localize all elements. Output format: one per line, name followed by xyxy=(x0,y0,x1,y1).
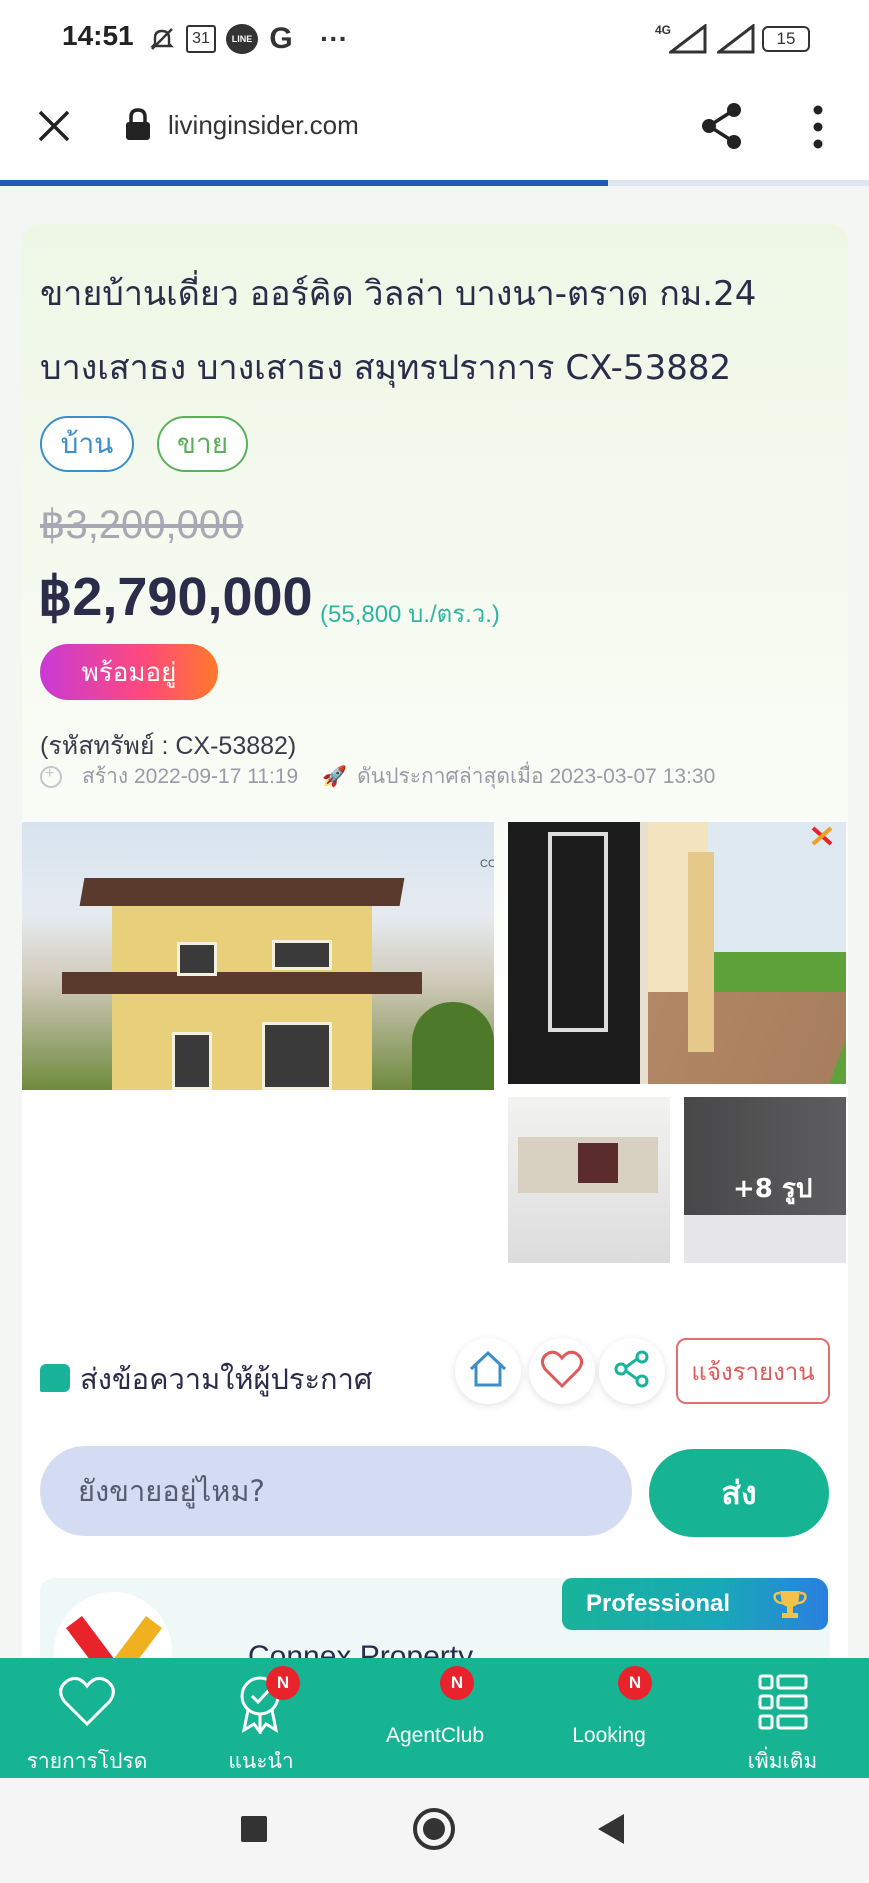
back-button[interactable] xyxy=(596,1812,626,1850)
more-notifications-icon: ··· xyxy=(320,23,348,54)
home-compare-button[interactable] xyxy=(455,1338,521,1404)
watermark-text: CONNEX xyxy=(480,858,494,870)
professional-label: Professional xyxy=(586,1590,731,1617)
status-bar: 14:51 31 LINE G ··· 4G 15 xyxy=(0,0,869,78)
photo-main-house[interactable]: CONNEX xyxy=(22,822,494,1090)
nav-agentclub[interactable]: N AgentClub xyxy=(348,1658,522,1778)
ready-status-badge: พร้อมอยู่ xyxy=(40,644,218,700)
created-date: สร้าง 2022-09-17 11:19 xyxy=(82,765,299,788)
watermark-logo xyxy=(802,826,842,860)
share-icon xyxy=(614,1350,650,1392)
share-icon[interactable] xyxy=(700,102,744,150)
calendar-icon: 31 xyxy=(186,25,216,53)
listing-dates: สร้าง 2022-09-17 11:19 🚀 ดันประกาศล่าสุด… xyxy=(40,760,715,793)
overflow-menu-icon[interactable] xyxy=(806,104,830,150)
mute-notifications-icon xyxy=(146,22,178,56)
message-input[interactable] xyxy=(40,1446,632,1536)
google-icon: G xyxy=(269,22,293,55)
price: ฿2,790,000 xyxy=(38,567,313,627)
tag-house[interactable]: บ้าน xyxy=(40,416,134,472)
line-app-icon: LINE xyxy=(226,24,258,54)
agentclub-badge: N xyxy=(440,1666,474,1700)
nav-looking-label: Looking xyxy=(572,1724,646,1747)
looking-badge: N xyxy=(618,1666,652,1700)
recents-button[interactable] xyxy=(241,1816,267,1842)
share-listing-button[interactable] xyxy=(599,1338,665,1404)
old-price: ฿3,200,000 xyxy=(40,503,244,547)
heart-icon xyxy=(540,1349,584,1393)
close-icon[interactable] xyxy=(34,106,74,146)
photo-stairs-footer xyxy=(684,1215,846,1263)
house-icon xyxy=(466,1347,510,1395)
nav-favorites[interactable]: รายการโปรด xyxy=(0,1658,174,1778)
lock-icon xyxy=(124,108,152,142)
nav-recommend-label: แนะนำ xyxy=(228,1750,294,1773)
system-nav-bar xyxy=(0,1778,869,1883)
send-button[interactable]: ส่ง xyxy=(649,1449,829,1537)
professional-badge: Professional xyxy=(562,1578,828,1630)
nav-more[interactable]: เพิ่มเติม xyxy=(696,1658,869,1778)
browser-toolbar: livinginsider.com xyxy=(0,78,869,182)
photo-kitchen[interactable] xyxy=(508,1097,670,1263)
tag-sale[interactable]: ขาย xyxy=(157,416,248,472)
report-button[interactable]: แจ้งรายงาน xyxy=(676,1338,830,1404)
nav-agentclub-label: AgentClub xyxy=(385,1724,485,1747)
bottom-nav: รายการโปรด N แนะนำ N AgentClub N Looking… xyxy=(0,1658,869,1778)
rocket-icon: 🚀 xyxy=(322,766,348,788)
recommend-badge: N xyxy=(266,1666,300,1700)
nav-favorites-label: รายการโปรด xyxy=(26,1750,148,1773)
listing-title-line-2: บางเสาธง บางเสาธง สมุทรปราการ CX-53882 xyxy=(40,348,732,388)
nav-more-label: เพิ่มเติม xyxy=(747,1750,818,1773)
battery-icon: 15 xyxy=(762,26,810,52)
photo-porch[interactable] xyxy=(508,822,846,1084)
heart-outline-icon xyxy=(58,1674,116,1732)
listing-title-line-1: ขายบ้านเดี่ยว ออร์คิด วิลล่า บางนา-ตราด … xyxy=(40,274,757,314)
nav-looking[interactable]: N Looking xyxy=(522,1658,696,1778)
list-menu-icon xyxy=(758,1674,808,1734)
home-button[interactable] xyxy=(413,1808,455,1850)
favorite-button[interactable] xyxy=(529,1338,595,1404)
signal-icon-2 xyxy=(716,22,756,56)
message-poster-label: ส่งข้อความให้ผู้ประกาศ xyxy=(80,1362,373,1396)
chat-icon xyxy=(40,1364,70,1392)
created-icon xyxy=(40,765,62,788)
nav-recommend[interactable]: N แนะนำ xyxy=(174,1658,348,1778)
price-per-unit: (55,800 บ./ตร.ว.) xyxy=(320,601,500,628)
status-time: 14:51 xyxy=(62,20,134,51)
signal-icon-1 xyxy=(668,22,708,56)
url-text[interactable]: livinginsider.com xyxy=(168,110,359,141)
bumped-date: ดันประกาศล่าสุดเมื่อ 2023-03-07 13:30 xyxy=(357,765,716,788)
trophy-icon xyxy=(772,1588,808,1620)
more-photos-count[interactable]: +8 รูป xyxy=(733,1168,812,1209)
